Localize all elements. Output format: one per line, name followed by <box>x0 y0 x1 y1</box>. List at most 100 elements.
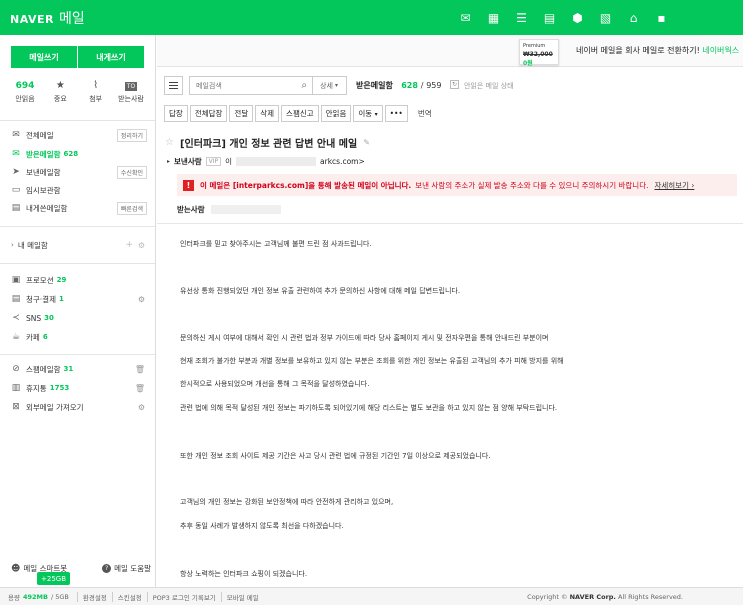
help-icon: ? <box>102 564 112 573</box>
quick-unread[interactable]: 694 안읽음 <box>10 80 40 104</box>
more-apps-icon[interactable]: ▪ <box>653 9 670 26</box>
sidebar-item-trash[interactable]: ▥ 휴지통 1753 🗑 <box>11 380 147 396</box>
ad-price-strike: ₩32,000 <box>523 51 553 58</box>
mailbox-label: 보낸메일함 <box>26 167 61 177</box>
slash: / <box>420 81 424 90</box>
inbox-count: 628 <box>63 150 79 158</box>
footer-link-pop3-log[interactable]: POP3 로그인 기록보기 <box>146 591 221 602</box>
quick-search-button[interactable]: 빠른검색 <box>116 201 147 215</box>
mail-envelope-icon[interactable]: ✉ <box>457 9 474 26</box>
sidebar-item-cafe[interactable]: ☕ 카페 6 <box>11 329 147 345</box>
spam-icon: ⊘ <box>12 364 20 374</box>
ad-price-now: 0원 <box>523 60 533 67</box>
vip-badge[interactable]: VIP <box>205 157 222 166</box>
storage-upgrade-badge[interactable]: +25GB <box>37 572 70 585</box>
more-actions-button[interactable]: ••• <box>384 105 408 122</box>
ad-card: Premium ₩32,000 0원 <box>519 39 559 67</box>
mail-body-line: 한시적으로 사용되었으며 개선을 통해 그 목적을 달성하였습니다. <box>180 380 370 388</box>
mark-unread-button[interactable]: 안읽음 <box>320 105 352 122</box>
menu-toggle-button[interactable] <box>164 76 183 95</box>
mailbox-name: 받은메일함 <box>356 81 393 90</box>
spam-count: 31 <box>63 365 74 373</box>
sidebar-item-billing[interactable]: ▤ 청구·결제 1 ⚙ <box>11 291 147 307</box>
shopping-bag-icon: ▣ <box>11 275 21 285</box>
refresh-icon[interactable]: ↻ <box>450 80 459 89</box>
office-icon[interactable]: ▧ <box>597 9 614 26</box>
contacts-list-icon[interactable]: ☰ <box>513 9 530 26</box>
sidebar-item-sent[interactable]: ➤ 보낸메일함 수신확인 <box>11 164 147 180</box>
naver-mail-logo[interactable]: NAVER 메일 <box>10 8 85 28</box>
search-icon[interactable]: ⌕ <box>301 80 307 91</box>
divider <box>0 226 155 227</box>
sidebar-item-sns[interactable]: ≺ SNS 30 <box>11 310 147 326</box>
self-compose-button[interactable]: 내게쓰기 <box>78 46 144 68</box>
unread-only-toggle[interactable]: 안읽은 메일 상태 <box>464 81 514 91</box>
quick-label: 받는사람 <box>118 95 144 103</box>
quick-to-me[interactable]: TO 받는사람 <box>116 80 146 104</box>
draft-icon: ▭ <box>11 185 21 195</box>
reply-all-button[interactable]: 전체답장 <box>189 105 228 122</box>
category-count: 30 <box>44 314 54 322</box>
move-button[interactable]: 이동 ▾ <box>353 105 383 122</box>
empty-trash-icon[interactable]: 🗑 <box>135 384 145 393</box>
calendar-icon[interactable]: ▦ <box>485 9 502 26</box>
copyright-company[interactable]: NAVER Corp. <box>570 593 616 601</box>
sidebar-item-inbox[interactable]: ✉ 받은메일함 628 <box>11 146 147 162</box>
report-spam-button[interactable]: 스팸신고 <box>281 105 319 122</box>
forward-button[interactable]: 전달 <box>229 105 254 122</box>
mail-body-line: 유선상 통화 진행되었던 개인 정보 유출 관련하여 추가 문의하신 사항에 대… <box>180 287 461 295</box>
menu-bar <box>169 82 178 83</box>
sender-name[interactable]: 이 <box>225 156 232 167</box>
total-count: 959 <box>426 81 442 90</box>
star-icon[interactable]: ☆ <box>165 137 174 148</box>
mailbox-label: 카페 <box>26 332 40 342</box>
footer-link-skin[interactable]: 스킨설정 <box>111 591 147 602</box>
sender-domain[interactable]: arkcs.com> <box>320 157 365 166</box>
category-count: 6 <box>42 333 48 341</box>
mail-body-line: 추후 동일 사례가 발생하지 않도록 최선을 다하겠습니다. <box>180 522 344 530</box>
edit-subject-icon[interactable]: ✎ <box>363 138 370 147</box>
compose-button[interactable]: 메일쓰기 <box>11 46 77 68</box>
sidebar-item-all-mail[interactable]: ✉ 전체메일 정리하기 <box>11 127 147 143</box>
caret-down-icon: ▾ <box>374 111 378 118</box>
sidebar-item-spam[interactable]: ⊘ 스팸메일함 31 🗑 <box>11 361 147 377</box>
read-receipt-button[interactable]: 수신확인 <box>116 165 147 179</box>
reply-button[interactable]: 답장 <box>164 105 188 122</box>
footer-link-mobile[interactable]: 모바일 메일 <box>220 591 264 602</box>
warning-more-link[interactable]: 자세히보기 › <box>654 180 694 191</box>
quick-label: 중요 <box>53 95 67 103</box>
sidebar-item-promotion[interactable]: ▣ 프로모션 29 <box>11 272 147 288</box>
gear-icon[interactable]: ⚙ <box>138 241 145 250</box>
receipt-icon: ▤ <box>11 294 21 304</box>
usage-total: / 5GB <box>50 592 69 601</box>
help-link[interactable]: ? 메일 도움말 <box>102 563 151 574</box>
sidebar-item-self-mail[interactable]: ▤ 내게쓴메일함 빠른검색 <box>11 200 147 216</box>
organize-button[interactable]: 정리하기 <box>116 128 147 142</box>
quick-attachment[interactable]: ⌇ 첨부 <box>81 80 111 104</box>
expand-arrow-icon[interactable]: ▸ <box>167 158 170 165</box>
add-folder-icon[interactable]: + <box>125 240 133 250</box>
self-mail-icon: ▤ <box>11 203 21 213</box>
translate-link[interactable]: 번역 <box>418 105 432 122</box>
gear-icon[interactable]: ⚙ <box>138 295 145 304</box>
my-mailboxes-toggle[interactable]: › 내 메일함 + ⚙ <box>11 238 147 252</box>
ad-card-price: ₩32,000 0원 <box>523 51 555 67</box>
ad-banner[interactable]: Premium ₩32,000 0원 네이버 메일을 회사 메일로 전환하기! … <box>157 35 743 67</box>
sidebar-item-drafts[interactable]: ▭ 임시보관함 <box>11 182 147 198</box>
sidebar-item-external-mail[interactable]: ⊠ 외부메일 가져오기 ⚙ <box>11 399 147 415</box>
gear-icon[interactable]: ⚙ <box>138 403 145 412</box>
search-input[interactable] <box>190 77 290 94</box>
mailbox-label: 내게쓴메일함 <box>26 203 68 213</box>
warning-icon: ! <box>183 179 194 191</box>
footer-link-settings[interactable]: 환경설정 <box>76 591 112 602</box>
detail-search-button[interactable]: 상세 ▾ <box>312 76 347 95</box>
move-label: 이동 <box>358 109 373 118</box>
mailbox-label: 스팸메일함 <box>26 364 61 374</box>
quick-important[interactable]: ★ 중요 <box>45 80 75 104</box>
ad-card-title: Premium <box>523 43 546 49</box>
memo-icon[interactable]: ▤ <box>541 9 558 26</box>
blog-icon[interactable]: ⌂ <box>625 9 642 26</box>
empty-trash-icon[interactable]: 🗑 <box>135 365 145 374</box>
delete-button[interactable]: 삭제 <box>255 105 280 122</box>
mybox-icon[interactable]: ⬢ <box>569 9 586 26</box>
